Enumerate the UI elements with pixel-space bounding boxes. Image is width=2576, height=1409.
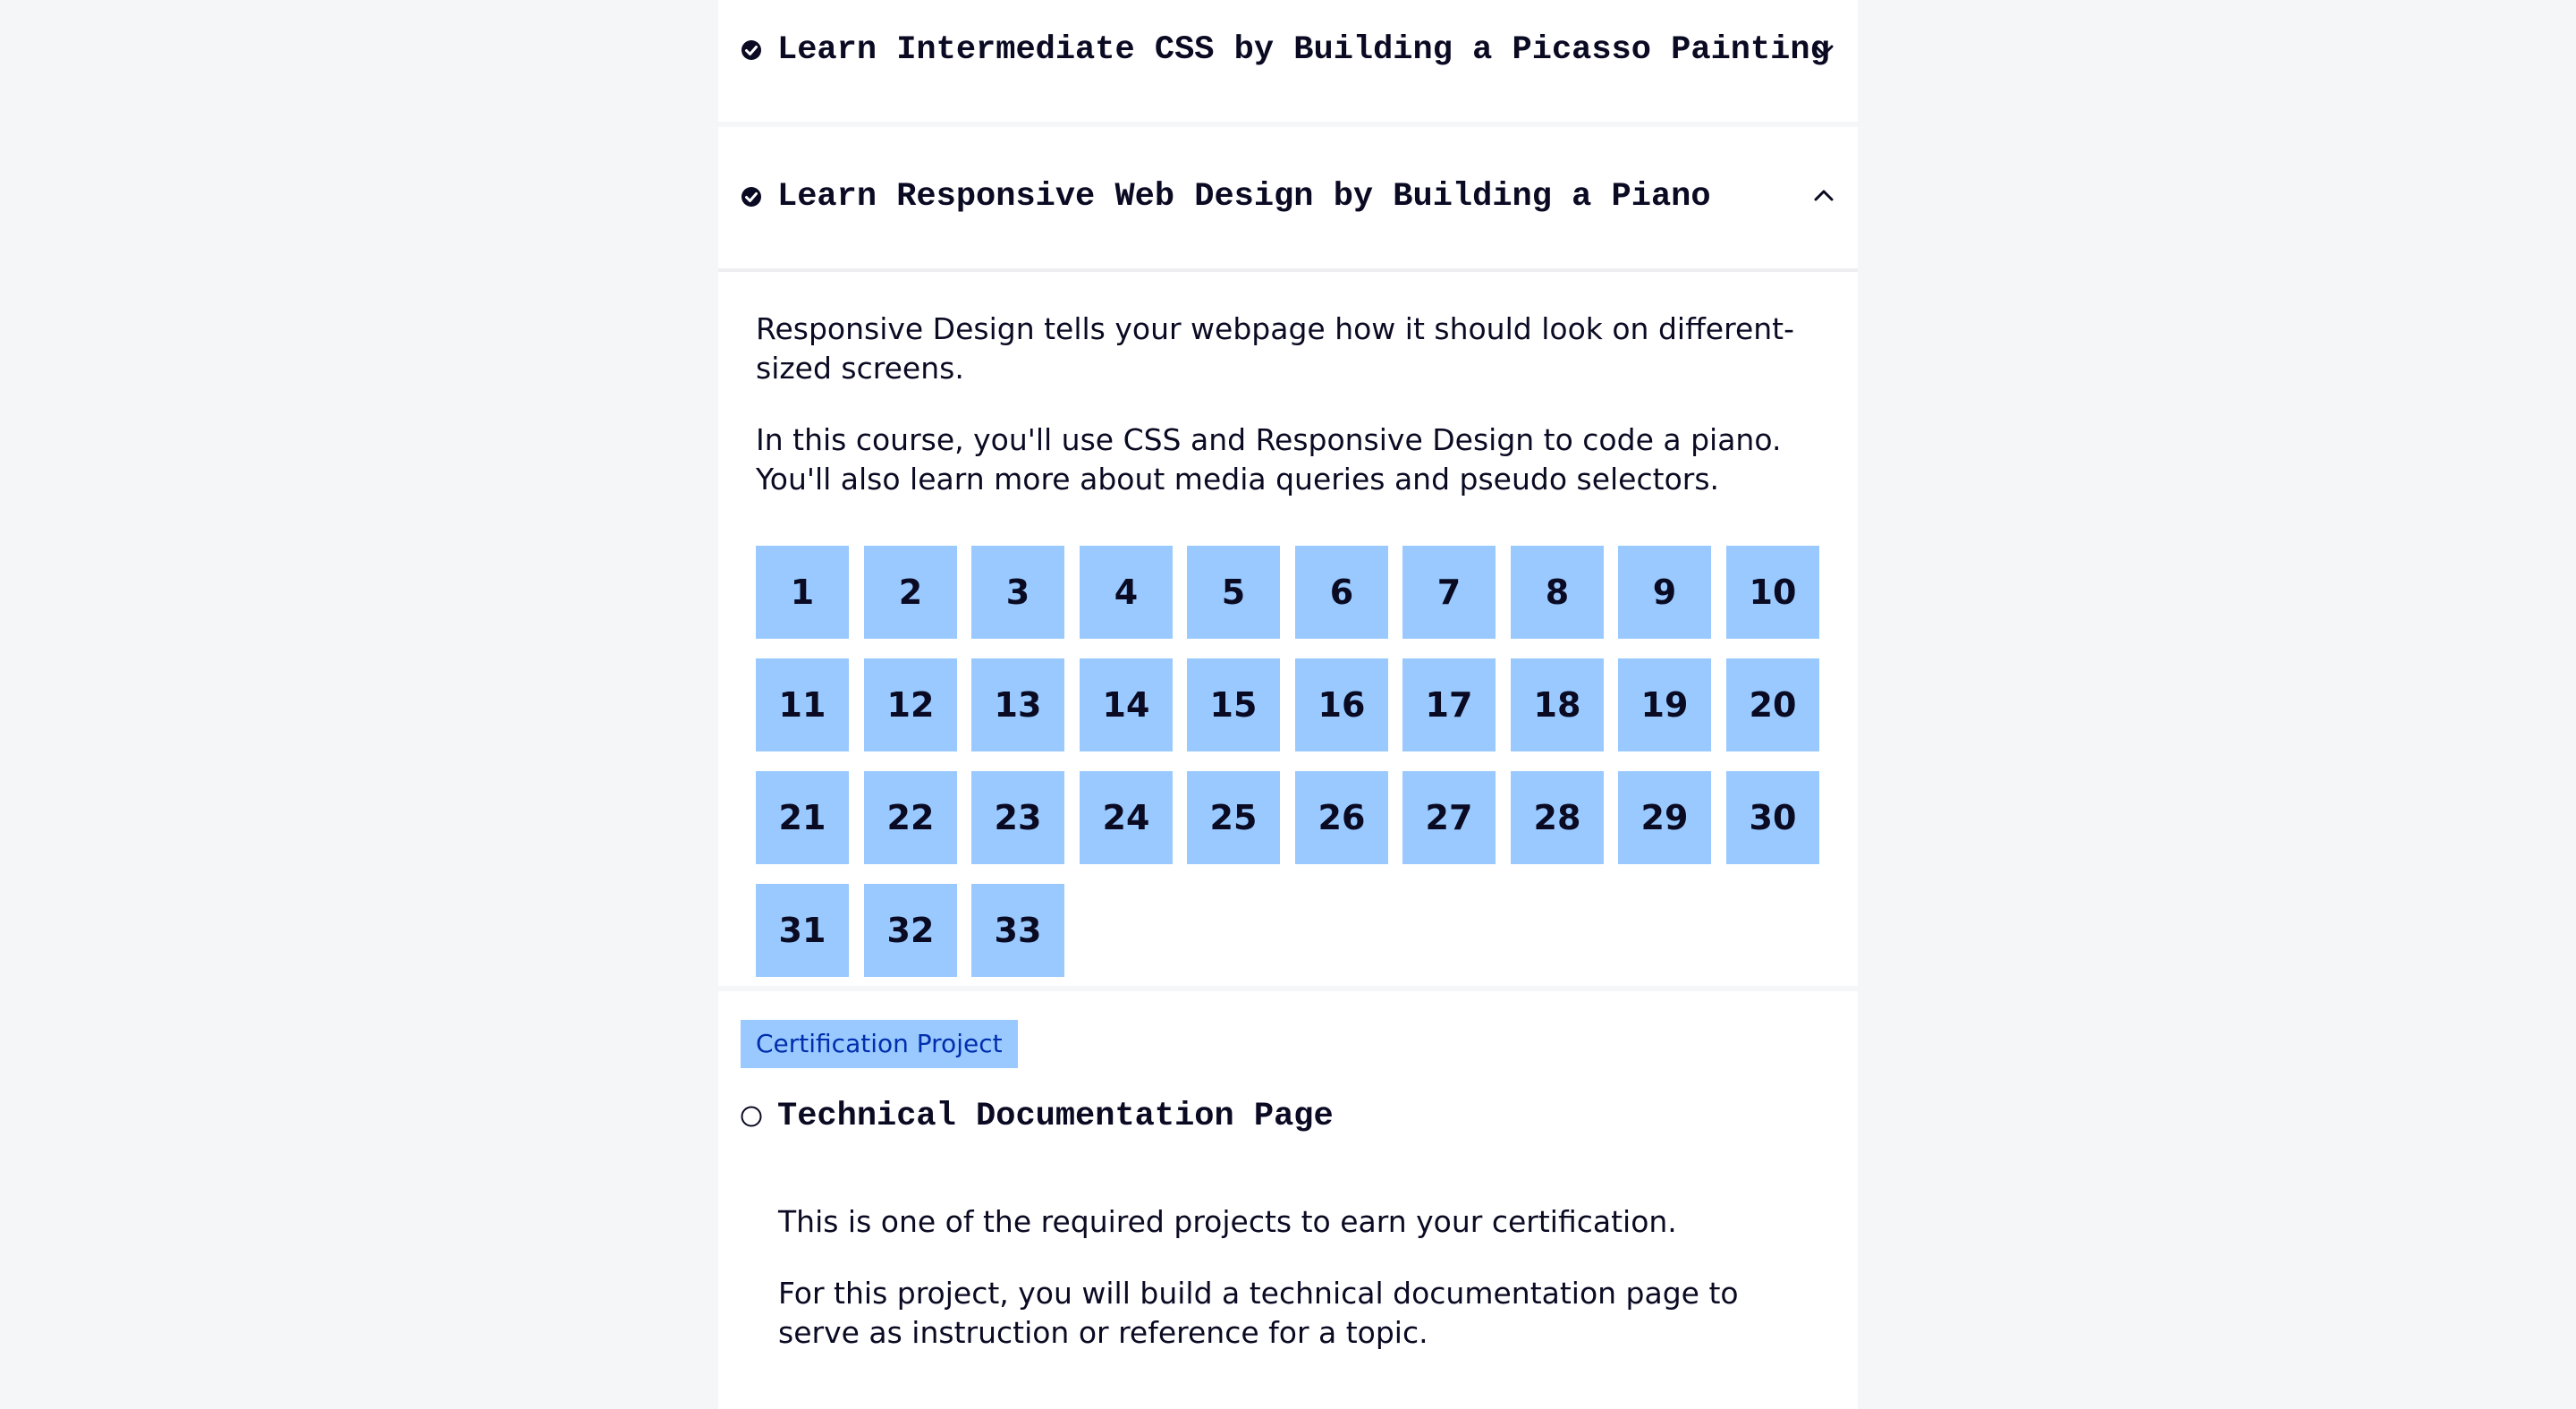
curriculum-column: Learn Intermediate CSS by Building a Pic… [718, 0, 1858, 1409]
step-tile[interactable]: 9 [1618, 546, 1711, 639]
certification-badge: Certification Project [741, 1020, 1018, 1068]
step-tile[interactable]: 28 [1511, 771, 1604, 864]
project-description: This is one of the required projects to … [778, 1204, 1677, 1239]
step-tile[interactable]: 25 [1187, 771, 1280, 864]
step-tile[interactable]: 26 [1295, 771, 1388, 864]
step-tile[interactable]: 14 [1080, 658, 1173, 751]
project-description: For this project, you will build a techn… [778, 1276, 1739, 1350]
step-tile[interactable]: 5 [1187, 546, 1280, 639]
step-tile[interactable]: 31 [756, 884, 849, 977]
block-description: Responsive Design tells your webpage how… [756, 311, 1795, 386]
step-tile[interactable]: 29 [1618, 771, 1711, 864]
step-tile[interactable]: 17 [1402, 658, 1496, 751]
step-tile[interactable]: 4 [1080, 546, 1173, 639]
block-header-piano[interactable]: Learn Responsive Web Design by Building … [718, 127, 1858, 268]
step-tile[interactable]: 22 [864, 771, 957, 864]
step-tile[interactable]: 3 [971, 546, 1064, 639]
step-tile[interactable]: 10 [1726, 546, 1819, 639]
step-tile[interactable]: 19 [1618, 658, 1711, 751]
check-circle-icon [741, 40, 761, 60]
certification-project: Certification Project Technical Document… [718, 991, 1858, 1409]
step-tile[interactable]: 18 [1511, 658, 1604, 751]
step-tile[interactable]: 15 [1187, 658, 1280, 751]
block-header-picasso[interactable]: Learn Intermediate CSS by Building a Pic… [718, 0, 1858, 122]
step-tile[interactable]: 24 [1080, 771, 1173, 864]
step-tile[interactable]: 6 [1295, 546, 1388, 639]
step-tile[interactable]: 1 [756, 546, 849, 639]
check-circle-icon [741, 187, 761, 207]
step-tile[interactable]: 33 [971, 884, 1064, 977]
step-tile[interactable]: 2 [864, 546, 957, 639]
block-description: In this course, you'll use CSS and Respo… [756, 422, 1782, 497]
empty-circle-icon [741, 1106, 762, 1127]
block-title: Learn Intermediate CSS by Building a Pic… [777, 31, 1830, 69]
chevron-up-icon[interactable] [1812, 184, 1835, 208]
step-tile[interactable]: 23 [971, 771, 1064, 864]
step-tile[interactable]: 30 [1726, 771, 1819, 864]
step-tile[interactable]: 12 [864, 658, 957, 751]
project-title-link[interactable]: Technical Documentation Page [777, 1097, 1334, 1136]
step-tile[interactable]: 11 [756, 658, 849, 751]
page: Learn Intermediate CSS by Building a Pic… [0, 0, 2576, 1409]
step-tile[interactable]: 16 [1295, 658, 1388, 751]
step-tile[interactable]: 32 [864, 884, 957, 977]
chevron-down-icon[interactable] [1812, 38, 1835, 62]
step-tile[interactable]: 13 [971, 658, 1064, 751]
block-title: Learn Responsive Web Design by Building … [777, 178, 1711, 216]
block-body-piano: Responsive Design tells your webpage how… [718, 272, 1858, 986]
step-tile[interactable]: 27 [1402, 771, 1496, 864]
step-tile[interactable]: 8 [1511, 546, 1604, 639]
step-tile[interactable]: 21 [756, 771, 849, 864]
step-tile[interactable]: 7 [1402, 546, 1496, 639]
step-tile[interactable]: 20 [1726, 658, 1819, 751]
